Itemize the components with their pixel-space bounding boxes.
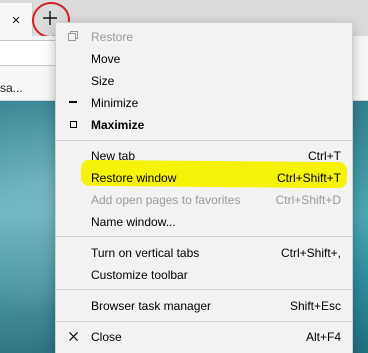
menu-separator — [56, 140, 352, 141]
menu-item-vertical-tabs[interactable]: Turn on vertical tabs Ctrl+Shift+, — [56, 242, 352, 264]
tab-context-menu: Restore Move Size Minimize Maximize New … — [55, 22, 353, 353]
active-tab[interactable]: × — [0, 3, 33, 36]
menu-item-shortcut: Ctrl+T — [308, 149, 341, 163]
menu-item-label: Close — [91, 330, 122, 344]
menu-item-shortcut: Ctrl+Shift+, — [280, 246, 341, 260]
menu-item-shortcut: Ctrl+Shift+T — [276, 171, 341, 185]
menu-item-maximize[interactable]: Maximize — [56, 114, 352, 136]
menu-item-move[interactable]: Move — [56, 48, 352, 70]
menu-separator — [56, 321, 352, 322]
menu-item-shortcut: Shift+Esc — [289, 299, 341, 313]
minimize-icon — [67, 95, 79, 109]
menu-item-label: Customize toolbar — [91, 268, 188, 282]
menu-item-shortcut: Alt+F4 — [305, 330, 341, 344]
menu-item-label: Add open pages to favorites — [91, 193, 241, 207]
menu-separator — [56, 289, 352, 290]
menu-item-close[interactable]: Close Alt+F4 — [56, 326, 352, 348]
menu-item-new-tab[interactable]: New tab Ctrl+T — [56, 145, 352, 167]
menu-item-task-manager[interactable]: Browser task manager Shift+Esc — [56, 295, 352, 317]
menu-item-label: Maximize — [91, 118, 145, 132]
menu-item-shortcut: Ctrl+Shift+D — [275, 193, 341, 207]
menu-item-label: Restore window — [91, 171, 177, 185]
menu-item-customize-toolbar[interactable]: Customize toolbar — [56, 264, 352, 286]
menu-item-label: Minimize — [91, 96, 139, 110]
menu-item-label: New tab — [91, 149, 136, 163]
screen: × sa... Restore Move Size Minimize Maxim… — [0, 0, 368, 353]
maximize-icon — [67, 117, 79, 131]
menu-item-label: Size — [91, 74, 115, 88]
menu-item-label: Browser task manager — [91, 299, 212, 313]
menu-item-restore-window[interactable]: Restore window Ctrl+Shift+T — [56, 167, 352, 189]
close-icon — [67, 329, 79, 343]
menu-item-restore[interactable]: Restore — [56, 26, 352, 48]
menu-item-label: Turn on vertical tabs — [91, 246, 200, 260]
menu-item-add-to-favorites[interactable]: Add open pages to favorites Ctrl+Shift+D — [56, 189, 352, 211]
menu-separator — [56, 236, 352, 237]
menu-item-size[interactable]: Size — [56, 70, 352, 92]
menu-item-minimize[interactable]: Minimize — [56, 92, 352, 114]
menu-item-label: Restore — [91, 30, 134, 44]
favorites-item-label[interactable]: sa... — [0, 81, 23, 95]
tab-close-icon[interactable]: × — [8, 12, 24, 29]
menu-item-name-window[interactable]: Name window... — [56, 211, 352, 233]
restore-icon — [67, 29, 79, 43]
address-bar[interactable] — [0, 40, 56, 66]
menu-item-label: Move — [91, 52, 121, 66]
menu-item-label: Name window... — [91, 215, 176, 229]
